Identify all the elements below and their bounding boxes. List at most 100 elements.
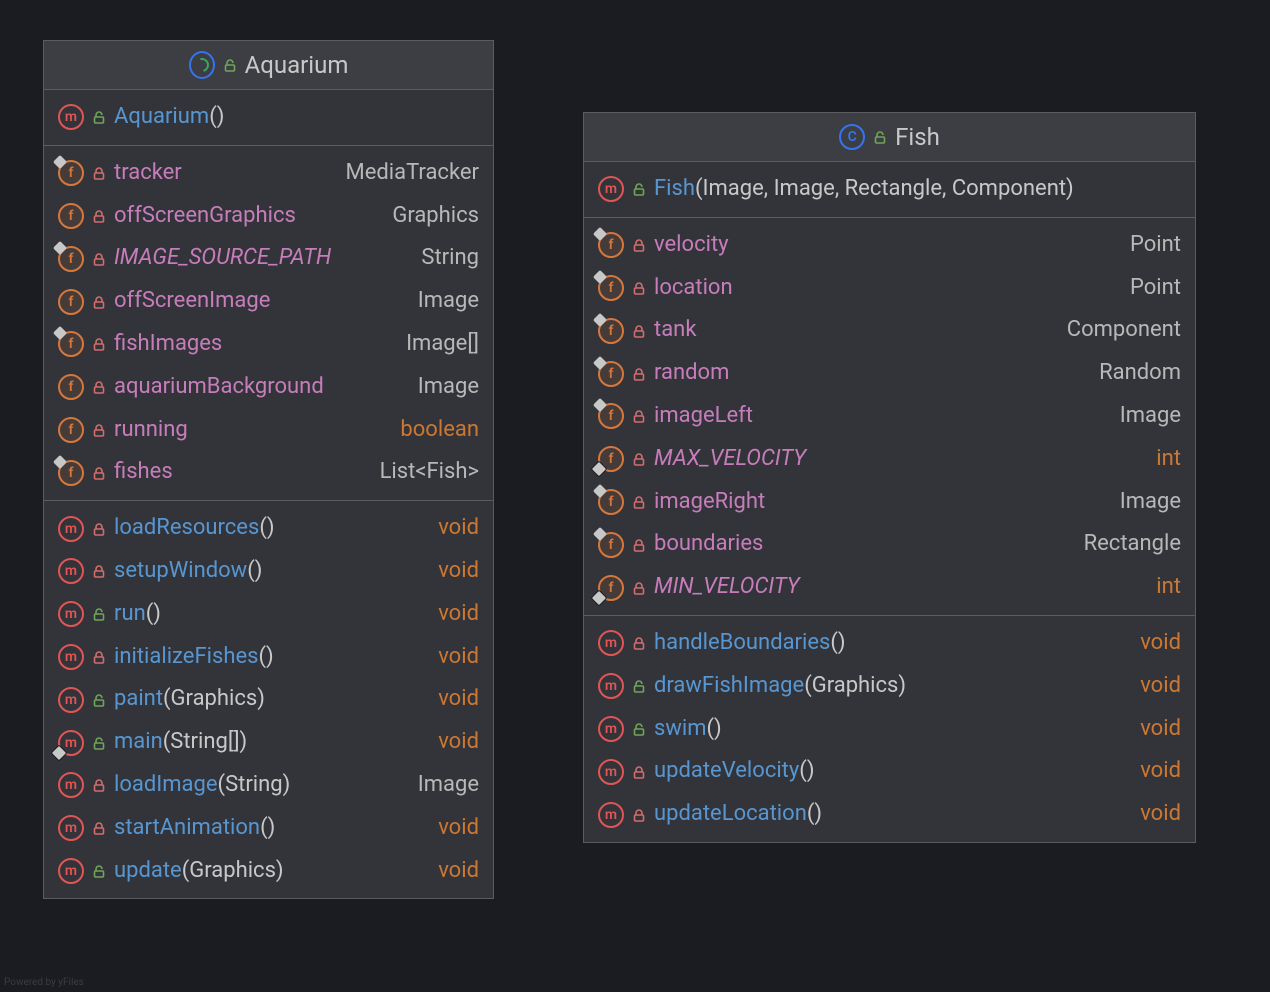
unlock-icon <box>223 58 237 72</box>
field-row[interactable]: f aquariumBackground Image <box>44 366 493 409</box>
class-header[interactable]: C Fish <box>584 113 1195 162</box>
lock-icon <box>92 166 106 180</box>
method-params: (Graphics) <box>163 686 265 711</box>
lock-icon <box>632 324 646 338</box>
field-type: Image[] <box>406 331 479 356</box>
method-row[interactable]: m swim() void <box>584 708 1195 751</box>
lock-icon <box>92 295 106 309</box>
field-row[interactable]: f location Point <box>584 267 1195 310</box>
field-row[interactable]: f offScreenGraphics Graphics <box>44 195 493 238</box>
unlock-icon <box>92 693 106 707</box>
unlock-icon <box>632 182 646 196</box>
field-row[interactable]: f random Random <box>584 352 1195 395</box>
method-params: () <box>247 558 262 583</box>
field-row[interactable]: f imageRight Image <box>584 481 1195 524</box>
method-return: void <box>438 815 479 840</box>
class-header[interactable]: Aquarium <box>44 41 493 90</box>
method-name: main <box>114 729 163 754</box>
method-row[interactable]: m update(Graphics) void <box>44 850 493 893</box>
field-row[interactable]: f offScreenImage Image <box>44 280 493 323</box>
method-params: () <box>258 644 273 669</box>
method-row[interactable]: m updateVelocity() void <box>584 750 1195 793</box>
method-params: () <box>707 716 722 741</box>
field-icon: f <box>598 532 624 558</box>
method-name: updateLocation <box>654 801 807 826</box>
field-type: String <box>421 245 479 270</box>
field-name: aquariumBackground <box>114 374 324 399</box>
method-row[interactable]: m main(String[]) void <box>44 721 493 764</box>
field-name: running <box>114 417 188 442</box>
method-return: void <box>438 601 479 626</box>
field-name: velocity <box>654 232 729 257</box>
method-name: setupWindow <box>114 558 247 583</box>
method-params: (Graphics) <box>182 858 284 883</box>
field-row[interactable]: f running boolean <box>44 409 493 452</box>
method-icon: m <box>598 630 624 656</box>
field-row[interactable]: f imageLeft Image <box>584 395 1195 438</box>
method-return: Image <box>418 772 479 797</box>
footer-credit: Powered by yFiles <box>4 977 84 988</box>
lock-icon <box>632 367 646 381</box>
class-fish[interactable]: C Fish m Fish(Image, Image, Rectangle, C… <box>583 112 1196 843</box>
method-icon: m <box>58 858 84 884</box>
field-name: fishImages <box>114 331 222 356</box>
lock-icon <box>632 636 646 650</box>
field-row[interactable]: f fishes List<Fish> <box>44 451 493 494</box>
method-row[interactable]: m initializeFishes() void <box>44 636 493 679</box>
method-name: loadImage <box>114 772 218 797</box>
method-return: void <box>438 729 479 754</box>
field-row[interactable]: f tank Component <box>584 309 1195 352</box>
method-row[interactable]: m drawFishImage(Graphics) void <box>584 665 1195 708</box>
lock-icon <box>92 650 106 664</box>
field-icon: f <box>598 275 624 301</box>
class-title: Fish <box>895 123 940 151</box>
method-row[interactable]: m startAnimation() void <box>44 807 493 850</box>
field-row[interactable]: f fishImages Image[] <box>44 323 493 366</box>
field-name: tank <box>654 317 696 342</box>
method-row[interactable]: m paint(Graphics) void <box>44 678 493 721</box>
method-params: () <box>260 815 275 840</box>
method-row[interactable]: m setupWindow() void <box>44 550 493 593</box>
field-name: imageLeft <box>654 403 753 428</box>
field-type: Image <box>418 288 479 313</box>
field-icon: f <box>58 417 84 443</box>
field-name: imageRight <box>654 489 765 514</box>
field-type: Graphics <box>392 203 479 228</box>
method-return: void <box>1140 673 1181 698</box>
field-type: List<Fish> <box>380 459 479 484</box>
field-icon: f <box>58 374 84 400</box>
field-row[interactable]: f boundaries Rectangle <box>584 523 1195 566</box>
field-type: Image <box>1120 403 1181 428</box>
method-row[interactable]: m run() void <box>44 593 493 636</box>
field-row[interactable]: f MAX_VELOCITY int <box>584 438 1195 481</box>
field-icon: f <box>58 246 84 272</box>
method-row[interactable]: m updateLocation() void <box>584 793 1195 836</box>
method-icon: m <box>58 644 84 670</box>
field-type: Rectangle <box>1084 531 1181 556</box>
method-params: (Image, Image, Rectangle, Component) <box>695 176 1074 201</box>
lock-icon <box>632 281 646 295</box>
field-row[interactable]: f velocity Point <box>584 224 1195 267</box>
method-row[interactable]: m Fish(Image, Image, Rectangle, Componen… <box>584 168 1195 211</box>
methods-section: m handleBoundaries() void m drawFishImag… <box>584 616 1195 842</box>
field-row[interactable]: f IMAGE_SOURCE_PATH String <box>44 237 493 280</box>
method-name: updateVelocity <box>654 758 799 783</box>
method-row[interactable]: m loadResources() void <box>44 507 493 550</box>
method-icon: m <box>598 802 624 828</box>
method-row[interactable]: m Aquarium() <box>44 96 493 139</box>
field-name: MAX_VELOCITY <box>654 446 806 471</box>
lock-icon <box>632 538 646 552</box>
method-row[interactable]: m loadImage(String) Image <box>44 764 493 807</box>
method-params: () <box>830 630 845 655</box>
field-row[interactable]: f tracker MediaTracker <box>44 152 493 195</box>
field-name: location <box>654 275 733 300</box>
class-aquarium[interactable]: Aquarium m Aquarium() f tracker MediaTra… <box>43 40 494 899</box>
lock-icon <box>92 564 106 578</box>
field-type: int <box>1156 574 1181 599</box>
lock-icon <box>632 765 646 779</box>
field-row[interactable]: f MIN_VELOCITY int <box>584 566 1195 609</box>
method-name: swim <box>654 716 707 741</box>
method-row[interactable]: m handleBoundaries() void <box>584 622 1195 665</box>
lock-icon <box>92 466 106 480</box>
field-icon: f <box>58 289 84 315</box>
